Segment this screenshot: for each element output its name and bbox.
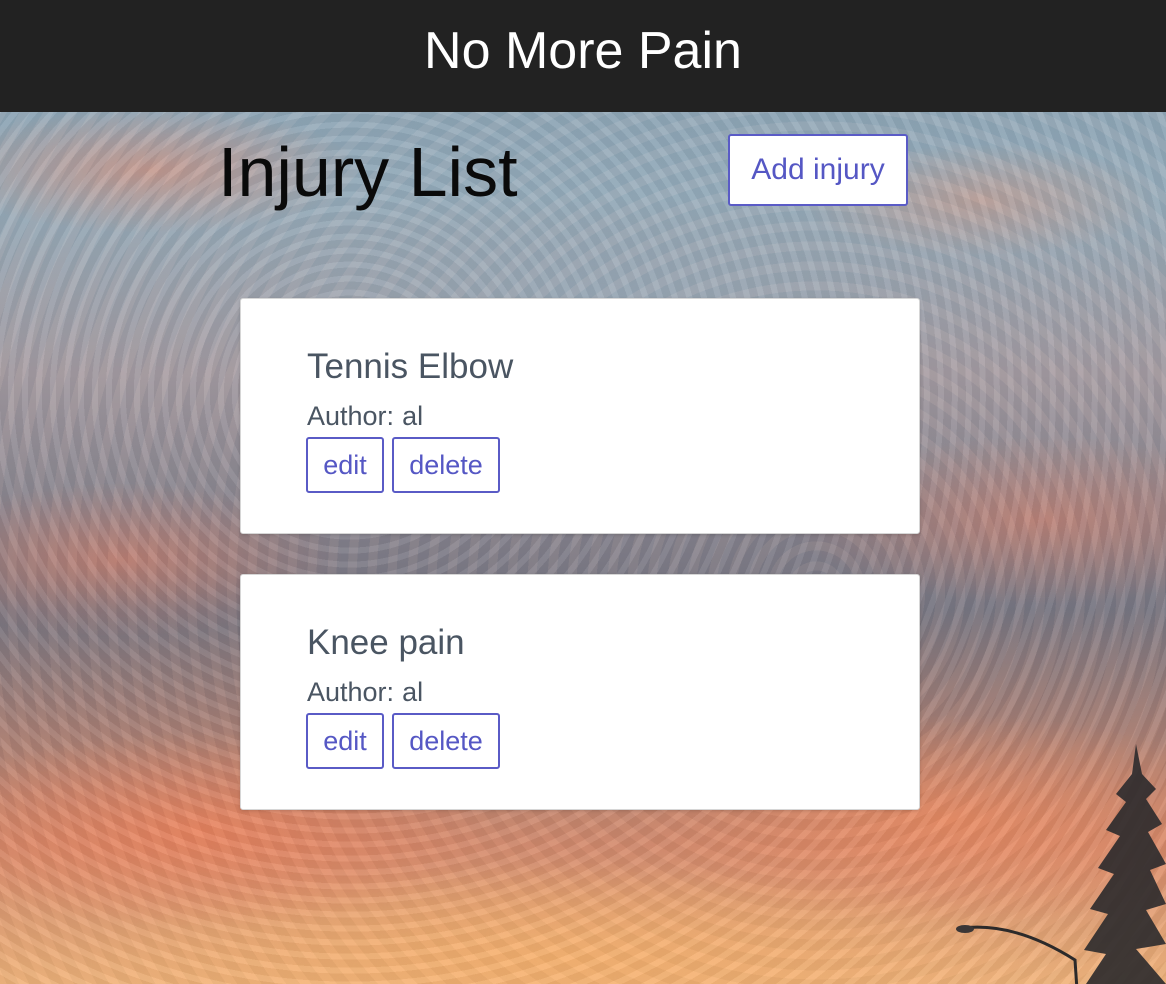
- page-title: Injury List: [218, 133, 518, 211]
- author-label: Author:: [307, 401, 395, 431]
- delete-button[interactable]: delete: [392, 437, 500, 493]
- injury-card: Knee pain Author: al edit delete: [240, 574, 920, 810]
- streetlight-silhouette: [956, 925, 1079, 984]
- tree-silhouette: [1084, 744, 1166, 984]
- edit-button[interactable]: edit: [306, 437, 384, 493]
- injury-title: Knee pain: [307, 623, 465, 662]
- edit-button[interactable]: edit: [306, 713, 384, 769]
- add-injury-button[interactable]: Add injury: [728, 134, 908, 206]
- injury-author: Author: al: [307, 677, 423, 708]
- author-label: Author:: [307, 677, 395, 707]
- injury-card: Tennis Elbow Author: al edit delete: [240, 298, 920, 534]
- injury-title: Tennis Elbow: [307, 347, 514, 386]
- author-name: al: [402, 401, 424, 431]
- delete-button[interactable]: delete: [392, 713, 500, 769]
- top-navbar: No More Pain: [0, 0, 1166, 112]
- injury-author: Author: al: [307, 401, 423, 432]
- author-name: al: [402, 677, 424, 707]
- app-title: No More Pain: [424, 22, 742, 80]
